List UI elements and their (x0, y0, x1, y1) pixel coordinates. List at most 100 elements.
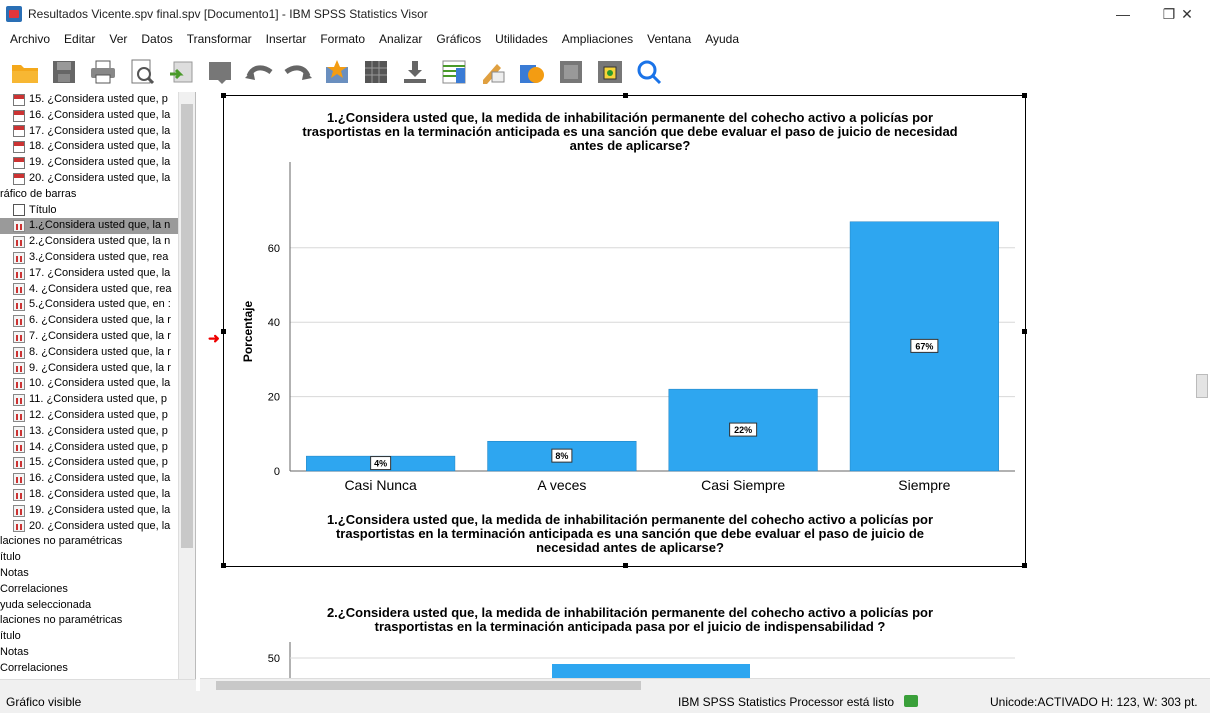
outline-item[interactable]: Correlaciones (0, 582, 195, 598)
outline-item[interactable]: 16. ¿Considera usted que, la (0, 471, 195, 487)
resize-handle[interactable] (221, 563, 226, 568)
print-icon[interactable] (88, 57, 118, 87)
chart-icon (13, 236, 25, 249)
outline-item[interactable]: 17. ¿Considera usted que, la (0, 266, 195, 282)
recall-dialog-icon[interactable] (205, 57, 235, 87)
outline-item[interactable]: 14. ¿Considera usted que, p (0, 440, 195, 456)
category-label: Casi Nunca (344, 477, 417, 493)
outline-item[interactable]: 3.¿Considera usted que, rea (0, 250, 195, 266)
output-outline-pane[interactable]: 15. ¿Considera usted que, p 16. ¿Consider… (0, 92, 196, 690)
outline-item[interactable]: 9. ¿Considera usted que, la r (0, 361, 195, 377)
outline-item[interactable]: 6. ¿Considera usted que, la r (0, 313, 195, 329)
outline-item-label: 13. ¿Considera usted que, p (29, 424, 168, 437)
outline-item[interactable]: 8. ¿Considera usted que, la r (0, 345, 195, 361)
close-button[interactable]: ✕ (1164, 0, 1210, 28)
outline-item[interactable]: 15. ¿Considera usted que, p (0, 92, 195, 108)
title-icon (13, 204, 25, 217)
chart1-title: 1.¿Considera usted que, la medida de inh… (230, 111, 1030, 153)
outline-item[interactable]: 15. ¿Considera usted que, p (0, 455, 195, 471)
outline-item-label: 14. ¿Considera usted que, p (29, 440, 168, 453)
show-icon[interactable] (595, 57, 625, 87)
menu-ampliaciones[interactable]: Ampliaciones (562, 32, 633, 46)
outline-item[interactable]: 10. ¿Considera usted que, la (0, 376, 195, 392)
outline-item-label: 3.¿Considera usted que, rea (29, 250, 169, 263)
resize-handle[interactable] (1022, 563, 1027, 568)
status-left: Gráfico visible (6, 695, 82, 709)
content-hscroll-thumb[interactable] (216, 681, 641, 690)
variables-icon[interactable] (439, 57, 469, 87)
outline-item[interactable]: laciones no paramétricas (0, 534, 195, 550)
outline-item[interactable]: 11. ¿Considera usted que, p (0, 392, 195, 408)
outline-item[interactable]: ráfico de barras (0, 187, 195, 203)
resize-handle[interactable] (1022, 93, 1027, 98)
content-horizontal-scrollbar[interactable] (200, 678, 1210, 691)
outline-item[interactable]: 2.¿Considera usted que, la n (0, 234, 195, 250)
outline-horizontal-scrollbar[interactable] (0, 679, 196, 691)
run-script-icon[interactable] (517, 57, 547, 87)
outline-scroll-thumb[interactable] (181, 104, 193, 548)
content-scroll-thumb[interactable] (1196, 374, 1208, 398)
outline-item[interactable]: 1.¿Considera usted que, la n (0, 218, 195, 235)
outline-item[interactable]: Título (0, 203, 195, 219)
outline-item[interactable]: 7. ¿Considera usted que, la r (0, 329, 195, 345)
chart-icon (13, 330, 25, 343)
outline-item-label: Título (29, 203, 57, 216)
outline-item-label: ítulo (0, 630, 21, 643)
outline-item-label: 16. ¿Considera usted que, la (29, 108, 171, 121)
menu-editar[interactable]: Editar (64, 32, 95, 46)
outline-item[interactable]: 19. ¿Considera usted que, la (0, 155, 195, 171)
menu-formato[interactable]: Formato (320, 32, 365, 46)
save-icon[interactable] (49, 57, 79, 87)
redo-icon[interactable] (283, 57, 313, 87)
outline-item[interactable]: 12. ¿Considera usted que, p (0, 408, 195, 424)
y-tick-label: 60 (268, 243, 280, 255)
resize-handle[interactable] (623, 93, 628, 98)
goto-variable-icon[interactable] (400, 57, 430, 87)
chart-icon (13, 220, 25, 233)
outline-item[interactable]: ítulo (0, 629, 195, 645)
print-preview-icon[interactable] (127, 57, 157, 87)
content-vertical-scrollbar[interactable] (1193, 92, 1210, 680)
menu-ayuda[interactable]: Ayuda (705, 32, 739, 46)
search-icon[interactable] (634, 57, 664, 87)
outline-item[interactable]: 17. ¿Considera usted que, la (0, 124, 195, 140)
goto-case-icon[interactable] (361, 57, 391, 87)
outline-item[interactable]: Notas (0, 566, 195, 582)
menu-ver[interactable]: Ver (109, 32, 127, 46)
menu-graficos[interactable]: Gráficos (436, 32, 481, 46)
outline-item[interactable]: ítulo (0, 550, 195, 566)
resize-handle[interactable] (623, 563, 628, 568)
open-folder-icon[interactable] (10, 57, 40, 87)
outline-item[interactable]: 20. ¿Considera usted que, la (0, 519, 195, 535)
designate-window-icon[interactable] (478, 57, 508, 87)
outline-item[interactable]: Correlaciones (0, 661, 195, 677)
menu-archivo[interactable]: Archivo (10, 32, 50, 46)
outline-item[interactable]: 5.¿Considera usted que, en : (0, 297, 195, 313)
menu-insertar[interactable]: Insertar (266, 32, 307, 46)
outline-item[interactable]: 16. ¿Considera usted que, la (0, 108, 195, 124)
menu-datos[interactable]: Datos (141, 32, 172, 46)
outline-item[interactable]: 18. ¿Considera usted que, la (0, 139, 195, 155)
outline-item[interactable]: 13. ¿Considera usted que, p (0, 424, 195, 440)
menu-analizar[interactable]: Analizar (379, 32, 422, 46)
outline-item[interactable]: yuda seleccionada (0, 598, 195, 614)
outline-item[interactable]: 4. ¿Considera usted que, rea (0, 282, 195, 298)
menu-ventana[interactable]: Ventana (647, 32, 691, 46)
outline-item[interactable]: 20. ¿Considera usted que, la (0, 171, 195, 187)
menu-transformar[interactable]: Transformar (187, 32, 252, 46)
minimize-button[interactable]: — (1100, 0, 1146, 28)
goto-data-icon[interactable] (322, 57, 352, 87)
resize-handle[interactable] (221, 329, 226, 334)
outline-item-label: 17. ¿Considera usted que, la (29, 124, 171, 137)
outline-item[interactable]: 18. ¿Considera usted que, la (0, 487, 195, 503)
hide-icon[interactable] (556, 57, 586, 87)
undo-icon[interactable] (244, 57, 274, 87)
outline-item[interactable]: 19. ¿Considera usted que, la (0, 503, 195, 519)
outline-item[interactable]: Notas (0, 645, 195, 661)
menu-utilidades[interactable]: Utilidades (495, 32, 548, 46)
resize-handle[interactable] (221, 93, 226, 98)
outline-item-label: 11. ¿Considera usted que, p (29, 393, 167, 406)
export-icon[interactable] (166, 57, 196, 87)
outline-vertical-scrollbar[interactable] (178, 92, 195, 682)
outline-item[interactable]: laciones no paramétricas (0, 613, 195, 629)
